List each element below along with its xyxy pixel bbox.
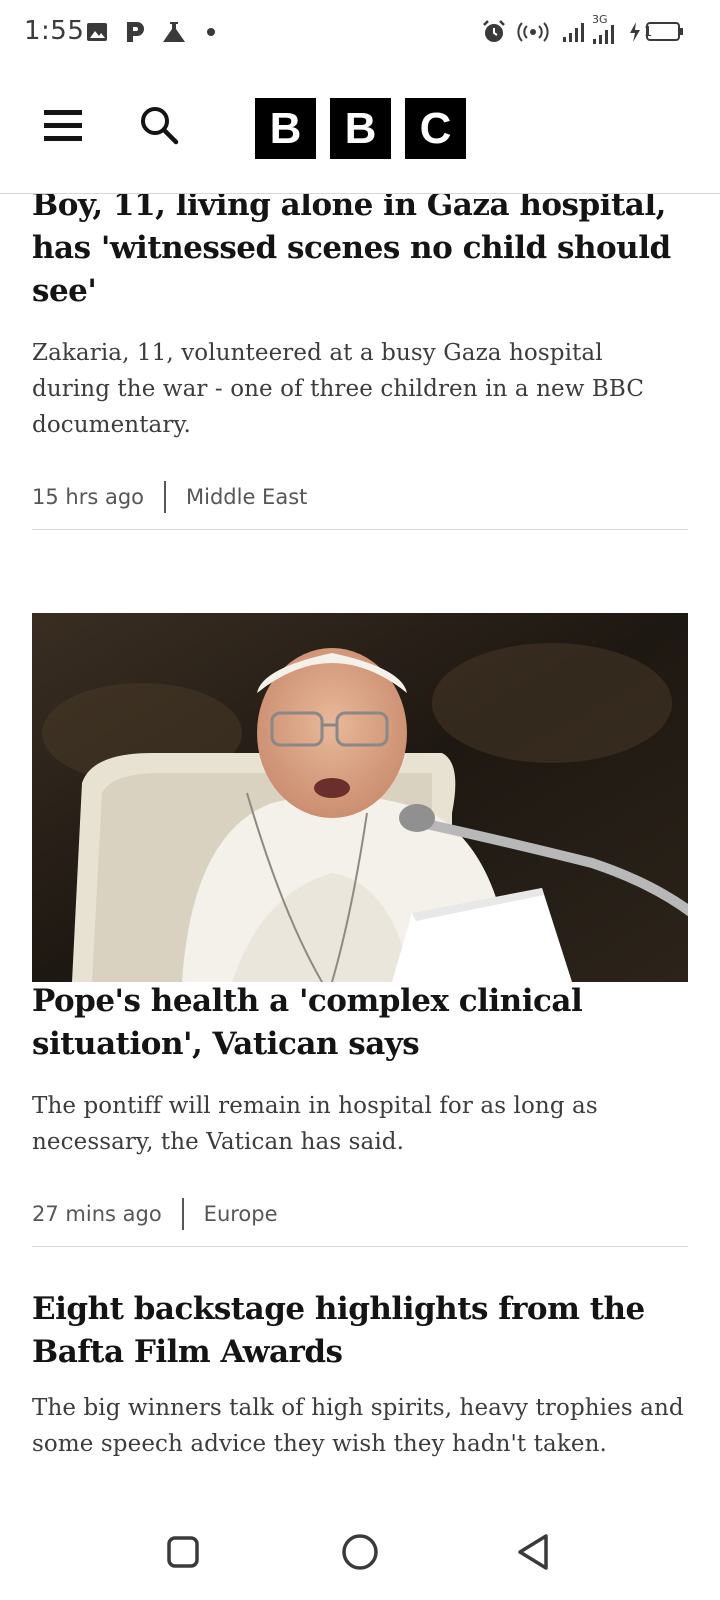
- article-section[interactable]: Europe: [204, 1202, 278, 1226]
- meta-separator: [164, 481, 167, 513]
- article-card[interactable]: Boy, 11, living alone in Gaza hospital, …: [32, 194, 688, 530]
- divider: [32, 529, 688, 530]
- article-card[interactable]: Eight backstage highlights from the Baft…: [32, 1288, 688, 1462]
- divider: [32, 1246, 688, 1247]
- network-label: 3G: [592, 12, 608, 26]
- search-icon: [141, 107, 179, 145]
- article-meta: 15 hrs ago Middle East: [32, 481, 688, 513]
- recent-apps-button[interactable]: [161, 1530, 205, 1574]
- article-summary: The big winners talk of high spirits, he…: [32, 1395, 684, 1457]
- logo-letter: C: [405, 98, 466, 159]
- charging-icon: [628, 18, 642, 46]
- signal-icon: [562, 18, 588, 46]
- status-time: 1:55: [24, 16, 85, 46]
- alarm-icon: [481, 18, 507, 46]
- search-button[interactable]: [138, 104, 182, 148]
- status-bar: 1:55 3G 1: [0, 0, 720, 64]
- p-app-icon: [124, 18, 146, 46]
- battery-icon: 1: [644, 18, 683, 46]
- logo-letter: B: [255, 98, 316, 159]
- home-button[interactable]: [338, 1530, 382, 1574]
- article-time: 15 hrs ago: [32, 485, 145, 509]
- news-feed: Boy, 11, living alone in Gaza hospital, …: [32, 194, 688, 1502]
- article-image-pope[interactable]: [32, 613, 688, 982]
- article-headline[interactable]: Boy, 11, living alone in Gaza hospital, …: [32, 194, 688, 313]
- article-section[interactable]: Middle East: [186, 485, 307, 509]
- article-time: 27 mins ago: [32, 1202, 162, 1226]
- article-summary: Zakaria, 11, volunteered at a busy Gaza …: [32, 340, 645, 438]
- article-card[interactable]: Pope's health a 'complex clinical situat…: [32, 980, 688, 1247]
- back-icon: [518, 1534, 548, 1570]
- article-meta: 27 mins ago Europe: [32, 1198, 688, 1230]
- header: B B C: [0, 64, 720, 194]
- dot-icon: [206, 18, 216, 46]
- battery-level: 1: [644, 24, 653, 40]
- home-icon: [342, 1534, 378, 1570]
- bbc-logo[interactable]: B B C: [255, 98, 466, 159]
- pope-photo: [32, 613, 688, 982]
- back-button[interactable]: [512, 1530, 556, 1574]
- hotspot-icon: [516, 18, 550, 46]
- article-headline[interactable]: Eight backstage highlights from the Baft…: [32, 1288, 688, 1374]
- logo-letter: B: [330, 98, 391, 159]
- article-summary: The pontiff will remain in hospital for …: [32, 1093, 598, 1155]
- article-headline[interactable]: Pope's health a 'complex clinical situat…: [32, 980, 688, 1066]
- signal-3g-icon: 3G: [592, 12, 618, 46]
- system-nav-bar: [0, 1502, 720, 1600]
- menu-button[interactable]: [42, 108, 84, 144]
- meta-separator: [181, 1198, 184, 1230]
- flask-icon: [160, 18, 188, 46]
- image-icon: [86, 18, 108, 46]
- recent-apps-icon: [167, 1536, 199, 1568]
